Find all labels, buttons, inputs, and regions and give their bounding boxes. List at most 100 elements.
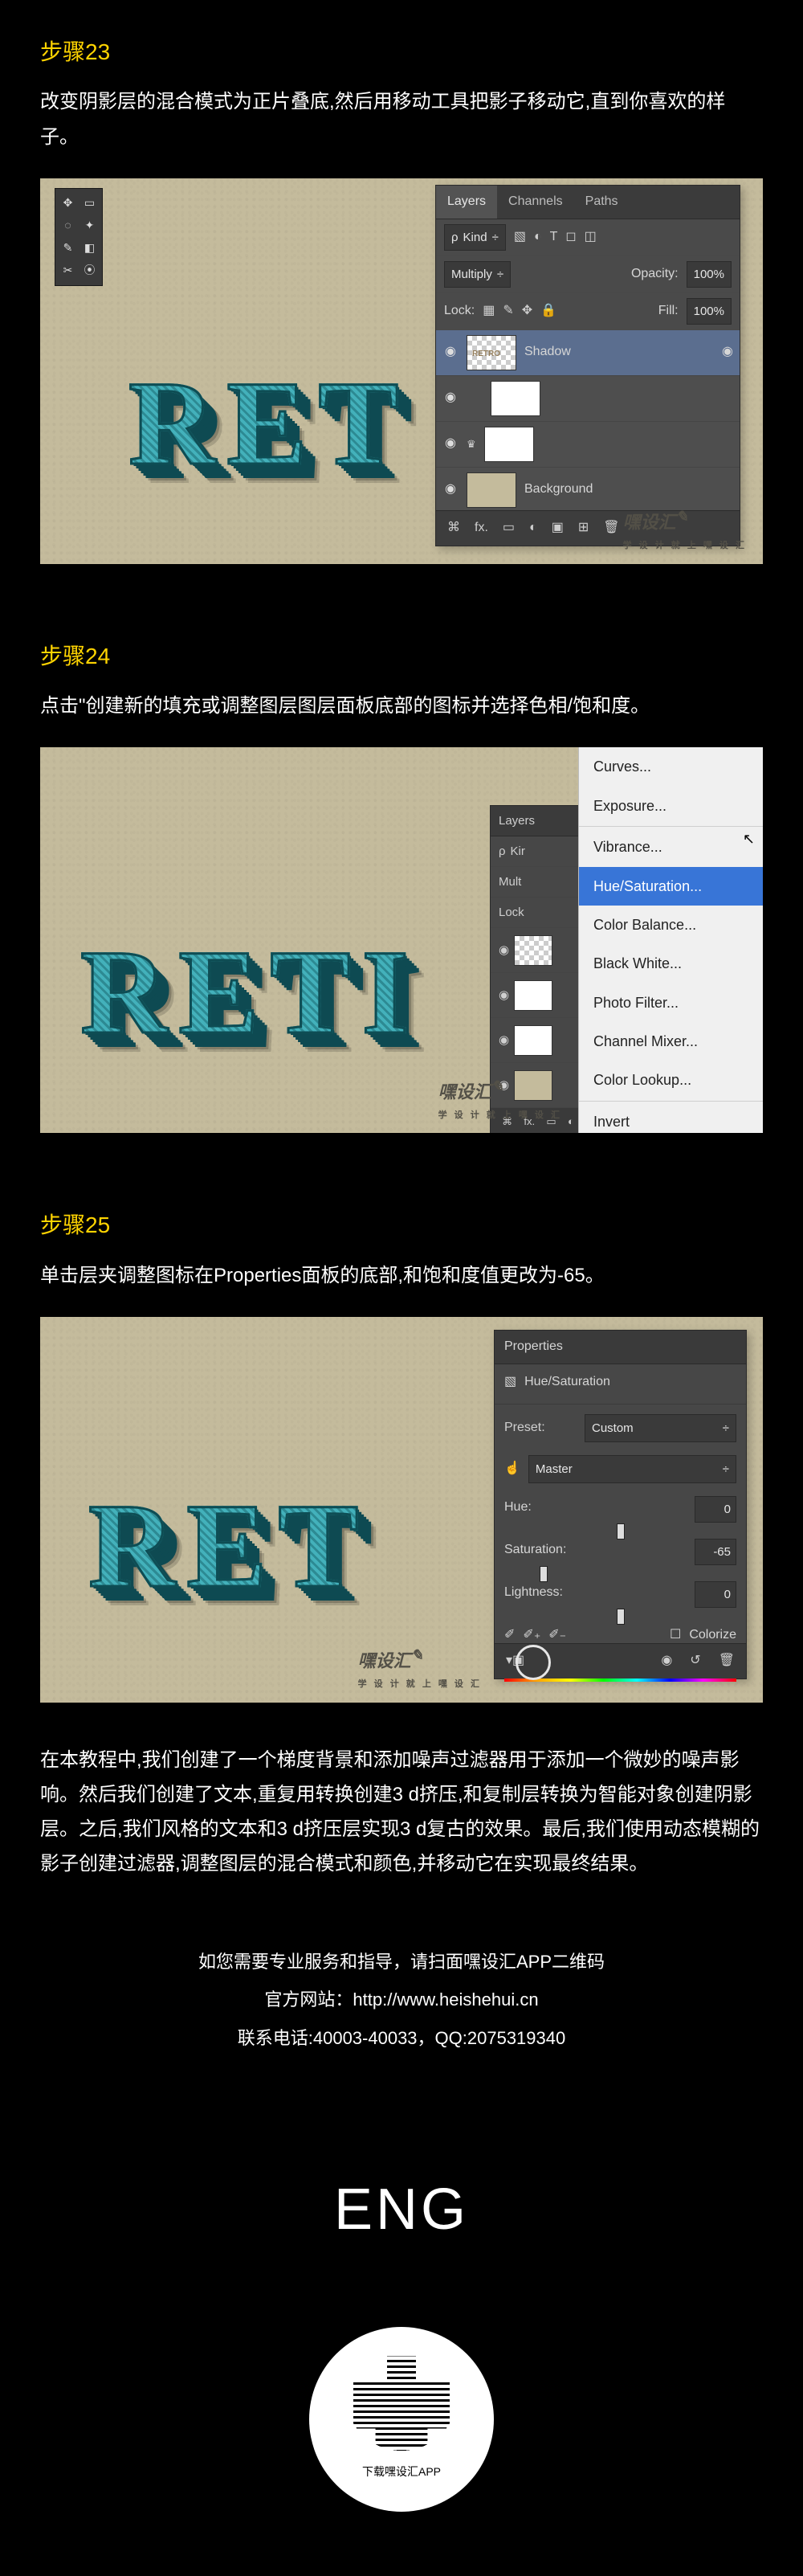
retro-text: RETI RETI <box>80 884 420 1101</box>
fx-icon[interactable]: fx. <box>475 517 488 540</box>
eraser-tool-icon[interactable]: ◧ <box>80 239 99 258</box>
filter-smart-icon[interactable]: ◫ <box>585 226 597 249</box>
opacity-label: Opacity: <box>631 263 679 286</box>
step23-title: 步骤23 <box>40 32 763 72</box>
menu-item-photo-filter[interactable]: Photo Filter... <box>579 983 763 1022</box>
hand-tool-icon[interactable]: ☝ <box>504 1458 520 1481</box>
step23-desc: 改变阴影层的混合模式为正片叠底,然后用移动工具把影子移动它,直到你喜欢的样子。 <box>40 84 763 153</box>
menu-item-exposure[interactable]: Exposure... <box>579 787 763 825</box>
footer-line-1: 如您需要专业服务和指导，请扫面嘿设汇APP二维码 <box>40 1946 763 1978</box>
properties-panel: Properties ▧ Hue/Saturation Preset: Cust… <box>494 1330 747 1679</box>
trash-icon[interactable]: 🗑 <box>719 1650 735 1673</box>
new-layer-icon[interactable]: ⊞ <box>578 517 589 540</box>
filter-shape-icon[interactable]: ◻ <box>565 226 576 249</box>
layer-row-shadow[interactable]: ◉ RETRO Shadow ◉ <box>436 330 740 376</box>
lightness-label: Lightness: <box>504 1581 563 1608</box>
wand-tool-icon[interactable]: ✦ <box>80 216 99 235</box>
filter-kind-select[interactable]: ρ Kind ÷ <box>444 224 506 251</box>
lasso-tool-icon[interactable]: ◌ <box>59 216 77 235</box>
layers-panel: Layers Channels Paths ρ Kind ÷ ▧ ◐ T ◻ ◫… <box>435 185 740 546</box>
layer-row[interactable]: ◉ <box>436 376 740 422</box>
tab-channels[interactable]: Channels <box>497 186 574 219</box>
visibility-icon[interactable]: ◉ <box>499 984 509 1006</box>
visibility-icon[interactable]: ◉ <box>442 341 459 364</box>
preset-select[interactable]: Custom ÷ <box>585 1414 736 1442</box>
layer-thumb <box>491 381 540 416</box>
view-prev-icon[interactable]: ◉ <box>661 1650 672 1673</box>
layer-thumb: RETRO <box>467 335 516 370</box>
highlight-circle <box>516 1645 551 1680</box>
cursor-icon: ↖ <box>743 826 755 852</box>
step23-screenshot: RET RET ✥▭ ◌✦ ✎◧ ✂⦿ Layers Channels Path… <box>40 178 763 564</box>
ps-toolbar: ✥▭ ◌✦ ✎◧ ✂⦿ <box>55 188 103 286</box>
footer-line-2: 官方网站：http://www.heishehui.cn <box>40 1984 763 2016</box>
group-icon[interactable]: ▣ <box>552 517 564 540</box>
layer-thumb <box>484 427 534 462</box>
properties-tab[interactable]: Properties <box>495 1331 746 1364</box>
menu-item-invert[interactable]: Invert <box>579 1102 763 1133</box>
lightness-value[interactable]: 0 <box>695 1581 736 1608</box>
tutorial-summary: 在本教程中,我们创建了一个梯度背景和添加噪声过滤器用于添加一个微妙的噪声影响。然… <box>40 1743 763 1882</box>
hue-value[interactable]: 0 <box>695 1496 736 1523</box>
trash-icon[interactable]: 🗑 <box>603 517 619 540</box>
visibility-icon[interactable]: ◉ <box>442 432 459 456</box>
adjustment-icon[interactable]: ◐ <box>529 517 537 540</box>
menu-item-color-lookup[interactable]: Color Lookup... <box>579 1061 763 1099</box>
brush-tool-icon[interactable]: ✎ <box>59 239 77 258</box>
adjustment-context-menu: Curves... Exposure... Vibrance... Hue/Sa… <box>578 747 763 1133</box>
saturation-value[interactable]: -65 <box>695 1539 736 1565</box>
lock-pos-icon[interactable]: ✥ <box>522 300 532 323</box>
tab-layers[interactable]: Layers <box>436 186 497 219</box>
visibility-icon[interactable]: ◉ <box>499 939 509 961</box>
watermark: 嘿设汇✎ 学 设 计 就 上 嘿 设 汇 <box>438 1073 562 1124</box>
visibility-icon[interactable]: ◉ <box>722 341 733 364</box>
menu-item-black-white[interactable]: Black White... <box>579 944 763 983</box>
layer-name: Background <box>524 478 593 501</box>
lock-pixels-icon[interactable]: ✎ <box>503 300 513 323</box>
adjust-type-icon: ▧ <box>504 1371 516 1394</box>
menu-item-hue-saturation[interactable]: Hue/Saturation... <box>579 867 763 906</box>
step24-desc: 点击"创建新的填充或调整图层图层面板底部的图标并选择色相/饱和度。 <box>40 689 763 723</box>
lock-trans-icon[interactable]: ▦ <box>483 300 495 323</box>
move-tool-icon[interactable]: ✥ <box>59 194 77 213</box>
tab-layers[interactable]: Layers <box>491 806 585 836</box>
menu-item-channel-mixer[interactable]: Channel Mixer... <box>579 1022 763 1061</box>
link-icon[interactable]: ⌘ <box>447 517 460 540</box>
reset-icon[interactable]: ↺ <box>690 1650 700 1673</box>
qr-code-graphic <box>353 2356 450 2452</box>
eng-heading: ENG <box>40 2158 763 2263</box>
layer-row[interactable]: ◉ ♛ <box>436 422 740 468</box>
opacity-value[interactable]: 100% <box>687 261 732 288</box>
filter-image-icon[interactable]: ▧ <box>514 226 526 249</box>
filter-type-icon[interactable]: T <box>550 226 558 249</box>
lock-all-icon[interactable]: 🔒 <box>540 300 556 323</box>
marquee-tool-icon[interactable]: ▭ <box>80 194 99 213</box>
fill-label: Fill: <box>658 300 679 323</box>
menu-item-curves[interactable]: Curves... <box>579 747 763 786</box>
step24-screenshot: RETI RETI Layers ρKir Mult Lock ◉ ◉ ◉ ◉ … <box>40 747 763 1133</box>
step25-desc: 单击层夹调整图标在Properties面板的底部,和饱和度值更改为-65。 <box>40 1258 763 1293</box>
footer-line-3: 联系电话:40003-40033，QQ:2075319340 <box>40 2022 763 2055</box>
fill-value[interactable]: 100% <box>687 298 732 325</box>
step25-screenshot: RET RET Properties ▧ Hue/Saturation Pres… <box>40 1317 763 1703</box>
channel-select[interactable]: Master ÷ <box>528 1455 736 1483</box>
watermark: 嘿设汇✎ 学 设 计 就 上 嘿 设 汇 <box>623 504 747 554</box>
visibility-icon[interactable]: ◉ <box>442 386 459 410</box>
retro-text: RET RET <box>128 315 410 532</box>
crown-icon: ♛ <box>467 435 476 453</box>
tab-paths[interactable]: Paths <box>574 186 630 219</box>
filter-adjust-icon[interactable]: ◐ <box>534 226 542 249</box>
panel-title: Hue/Saturation <box>524 1371 610 1394</box>
mask-icon[interactable]: ▭ <box>503 517 515 540</box>
blend-mode-select[interactable]: Multiply ÷ <box>444 261 511 288</box>
crop-tool-icon[interactable]: ✂ <box>59 261 77 280</box>
step25-title: 步骤25 <box>40 1205 763 1245</box>
layer-name: Shadow <box>524 341 571 364</box>
visibility-icon[interactable]: ◉ <box>499 1029 509 1051</box>
retro-text: RET RET <box>88 1437 369 1654</box>
eyedropper-tool-icon[interactable]: ⦿ <box>80 261 99 280</box>
visibility-icon[interactable]: ◉ <box>442 478 459 501</box>
menu-item-vibrance[interactable]: Vibrance... <box>579 828 763 866</box>
step24-title: 步骤24 <box>40 636 763 677</box>
menu-item-color-balance[interactable]: Color Balance... <box>579 906 763 944</box>
